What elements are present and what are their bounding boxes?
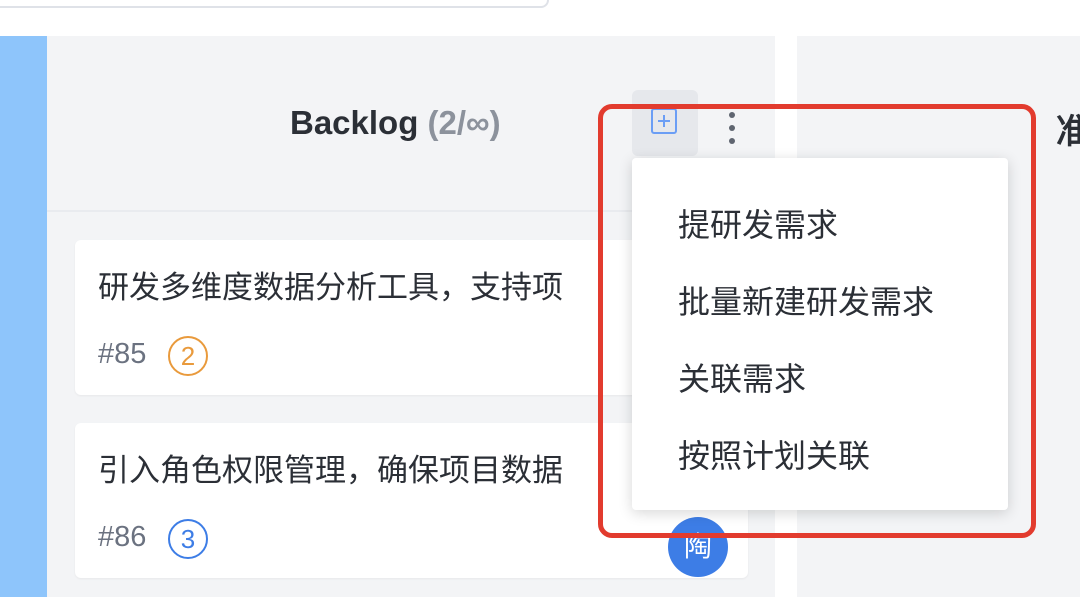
card-title: 研发多维度数据分析工具，支持项 [98,270,563,306]
card-title: 引入角色权限管理，确保项目数据 [98,453,563,489]
column-count: (2/∞) [427,104,501,141]
search-box[interactable] [0,0,549,8]
top-bar [0,0,1080,36]
card-id: #86 [98,521,147,553]
sidebar-strip [0,36,47,597]
card-id: #85 [98,338,147,370]
highlight-annotation [598,104,1036,538]
column-title: Backlog (2/∞) [290,104,501,142]
next-column-title: 准 [1056,112,1080,152]
column-title-text: Backlog [290,104,419,141]
story-points-badge: 3 [168,519,208,559]
story-points-badge: 2 [168,336,208,376]
